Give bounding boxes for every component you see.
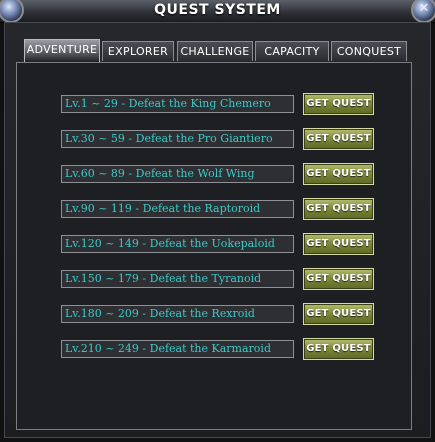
close-icon: ✕ bbox=[418, 1, 430, 16]
close-button[interactable]: ✕ bbox=[411, 0, 435, 23]
quest-row: Lv.60 ~ 89 - Defeat the Wolf Wing GET QU… bbox=[61, 163, 376, 185]
get-quest-button[interactable]: GET QUEST bbox=[303, 93, 374, 115]
get-quest-button[interactable]: GET QUEST bbox=[303, 163, 374, 185]
get-quest-button[interactable]: GET QUEST bbox=[303, 233, 374, 255]
quest-system-window: QUEST SYSTEM ✕ ADVENTURE EXPLORER CHALLE… bbox=[0, 0, 435, 442]
quest-description: Lv.210 ~ 249 - Defeat the Karmaroid bbox=[61, 340, 294, 358]
get-quest-button[interactable]: GET QUEST bbox=[303, 268, 374, 290]
tab-capacity[interactable]: CAPACITY bbox=[255, 41, 329, 61]
quest-description: Lv.1 ~ 29 - Defeat the King Chemero bbox=[61, 95, 294, 113]
tab-explorer[interactable]: EXPLORER bbox=[102, 41, 174, 61]
quest-description: Lv.150 ~ 179 - Defeat the Tyranoid bbox=[61, 270, 294, 288]
get-quest-button[interactable]: GET QUEST bbox=[303, 198, 374, 220]
get-quest-button[interactable]: GET QUEST bbox=[303, 128, 374, 150]
quest-row: Lv.120 ~ 149 - Defeat the Uokepaloid GET… bbox=[61, 233, 376, 255]
quest-row: Lv.150 ~ 179 - Defeat the Tyranoid GET Q… bbox=[61, 268, 376, 290]
quest-description: Lv.180 ~ 209 - Defeat the Rexroid bbox=[61, 305, 294, 323]
title-bar[interactable]: QUEST SYSTEM bbox=[0, 0, 435, 23]
quest-description: Lv.90 ~ 119 - Defeat the Raptoroid bbox=[61, 200, 294, 218]
quest-row: Lv.180 ~ 209 - Defeat the Rexroid GET QU… bbox=[61, 303, 376, 325]
quest-description: Lv.60 ~ 89 - Defeat the Wolf Wing bbox=[61, 165, 294, 183]
quest-row: Lv.1 ~ 29 - Defeat the King Chemero GET … bbox=[61, 93, 376, 115]
quest-description: Lv.120 ~ 149 - Defeat the Uokepaloid bbox=[61, 235, 294, 253]
quest-description: Lv.30 ~ 59 - Defeat the Pro Giantiero bbox=[61, 130, 294, 148]
quest-row: Lv.90 ~ 119 - Defeat the Raptoroid GET Q… bbox=[61, 198, 376, 220]
tab-adventure[interactable]: ADVENTURE bbox=[24, 39, 100, 62]
quest-row: Lv.210 ~ 249 - Defeat the Karmaroid GET … bbox=[61, 338, 376, 360]
tab-challenge[interactable]: CHALLENGE bbox=[177, 41, 253, 61]
window-title: QUEST SYSTEM bbox=[154, 2, 281, 18]
get-quest-button[interactable]: GET QUEST bbox=[303, 338, 374, 360]
get-quest-button[interactable]: GET QUEST bbox=[303, 303, 374, 325]
tab-conquest[interactable]: CONQUEST bbox=[331, 41, 407, 61]
quest-row: Lv.30 ~ 59 - Defeat the Pro Giantiero GE… bbox=[61, 128, 376, 150]
